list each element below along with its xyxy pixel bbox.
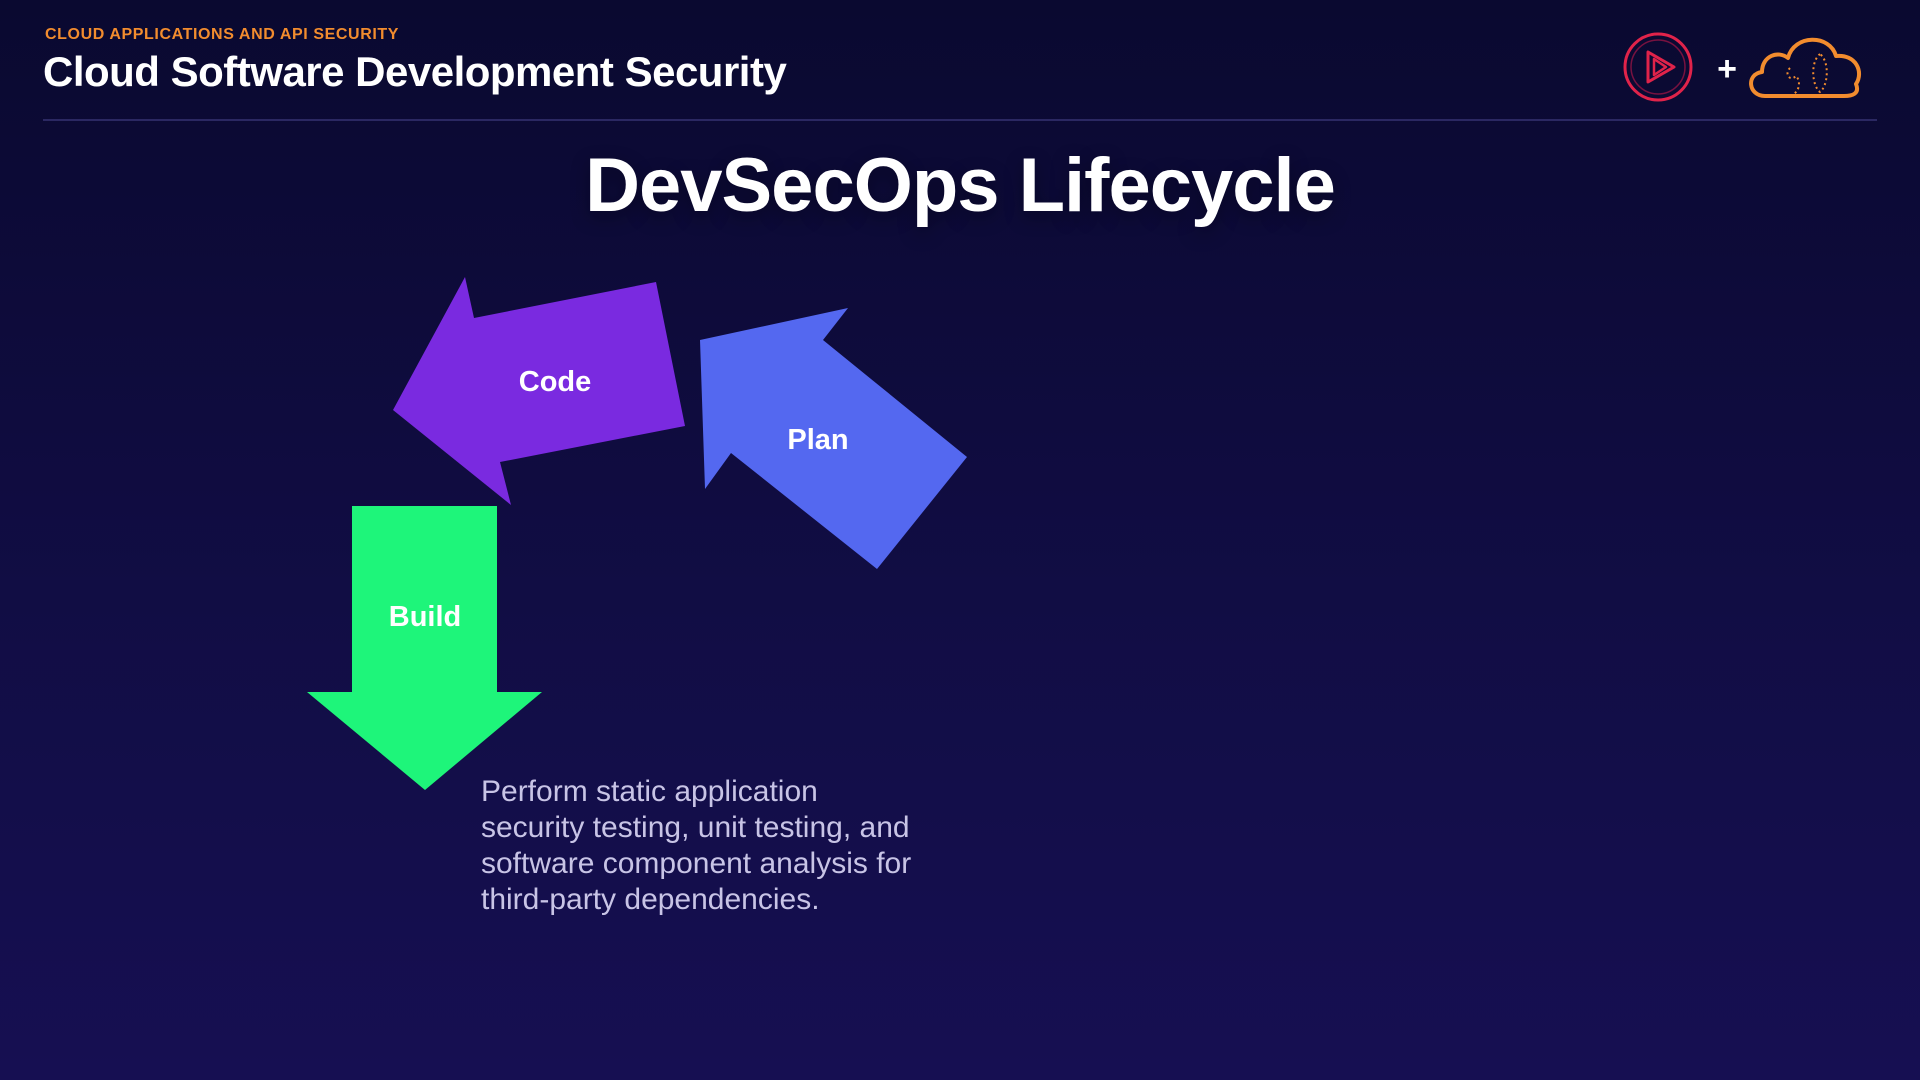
code-stage-label: Code (519, 366, 592, 398)
plan-stage-arrow: Plan (700, 308, 967, 569)
build-stage-label: Build (389, 601, 462, 633)
code-stage-arrow: Code (393, 277, 685, 505)
build-arrow-shape (307, 506, 542, 790)
build-stage-arrow: Build (307, 506, 542, 790)
lifecycle-diagram: Plan Code Build (307, 277, 967, 790)
plan-stage-label: Plan (787, 424, 848, 456)
build-stage-description: Perform static application security test… (481, 775, 912, 916)
